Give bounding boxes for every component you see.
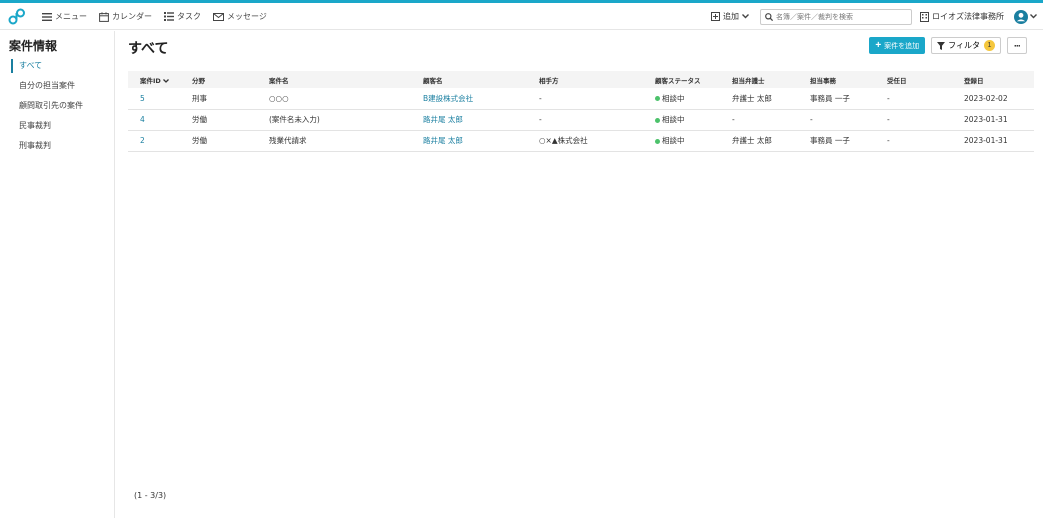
case-id-link[interactable]: 2	[128, 130, 180, 152]
chevron-down-icon	[1030, 14, 1037, 19]
app-logo-icon[interactable]	[8, 8, 26, 26]
cell-accepted: -	[875, 109, 952, 131]
cell-case-name: ○○○	[257, 88, 411, 110]
cell-field: 刑事	[180, 88, 257, 110]
cell-clerk: 事務員 一子	[798, 88, 875, 110]
col-registered-date: 登録日	[964, 76, 984, 85]
office-switcher[interactable]: ロイオズ法律事務所	[920, 11, 1004, 22]
status-dot-icon	[655, 96, 660, 102]
cell-field: 労働	[180, 130, 257, 152]
user-avatar-icon	[1014, 9, 1028, 24]
cell-opponent: -	[527, 109, 643, 131]
cell-registered: 2023-02-02	[952, 88, 1034, 110]
cell-lawyer: 弁護士 太郎	[720, 130, 798, 152]
building-icon	[920, 11, 929, 22]
cell-registered: 2023-01-31	[952, 109, 1034, 131]
nav-task-label: タスク	[177, 12, 201, 21]
client-link[interactable]: 路井尾 太郎	[411, 130, 527, 152]
nav-calendar-label: カレンダー	[112, 12, 152, 21]
add-case-label: 案件を追加	[884, 42, 920, 50]
cell-registered: 2023-01-31	[952, 130, 1034, 152]
search-icon	[765, 12, 773, 21]
search-input[interactable]	[776, 12, 906, 21]
sidebar: 案件情報 すべて 自分の担当案件 顧問取引先の案件 民事裁判 刑事裁判	[0, 31, 115, 518]
hamburger-icon	[42, 12, 52, 21]
table-row[interactable]: 4 労働 (案件名未入力) 路井尾 太郎 - 相談中 - - - 2023-01…	[128, 109, 1034, 131]
header-tools: 追加 ロイオズ法律事務所	[711, 3, 1037, 30]
pagination-info: (1 - 3/3)	[134, 491, 167, 500]
cell-status: 相談中	[643, 109, 720, 131]
cell-lawyer: 弁護士 太郎	[720, 88, 798, 110]
table-row[interactable]: 5 刑事 ○○○ B建設株式会社 - 相談中 弁護士 太郎 事務員 一子 - 2…	[128, 88, 1034, 110]
status-dot-icon	[655, 138, 660, 144]
cell-opponent: ○×▲株式会社	[527, 130, 643, 152]
search-box[interactable]	[760, 8, 912, 25]
sidebar-item-all[interactable]: すべて	[0, 56, 115, 76]
col-accepted-date: 受任日	[887, 76, 907, 85]
col-client-status: 顧客ステータス	[655, 76, 701, 85]
col-field: 分野	[192, 76, 205, 85]
table-row[interactable]: 2 労働 残業代請求 路井尾 太郎 ○×▲株式会社 相談中 弁護士 太郎 事務員…	[128, 130, 1034, 152]
cell-case-name: (案件名未入力)	[257, 109, 411, 131]
nav-task[interactable]: タスク	[164, 11, 201, 22]
filter-icon	[937, 41, 946, 50]
list-icon	[164, 12, 174, 21]
table-header-row: 案件ID 分野 案件名 顧客名 相手方 顧客ステータス 担当弁護士 担当事務 受…	[128, 71, 1034, 88]
sort-chevron-icon	[163, 78, 170, 83]
cell-accepted: -	[875, 130, 952, 152]
chevron-down-icon	[742, 14, 749, 19]
cases-table: 案件ID 分野 案件名 顧客名 相手方 顧客ステータス 担当弁護士 担当事務 受…	[128, 71, 1034, 152]
nav-message-label: メッセージ	[227, 12, 267, 21]
add-menu-button[interactable]: 追加	[711, 11, 752, 22]
col-lawyer: 担当弁護士	[732, 76, 765, 85]
plus-icon: +	[875, 40, 882, 51]
sidebar-item-my-cases[interactable]: 自分の担当案件	[0, 76, 115, 96]
sidebar-item-civil-trials[interactable]: 民事裁判	[0, 116, 115, 136]
sidebar-item-advisory-cases[interactable]: 顧問取引先の案件	[0, 96, 115, 116]
mail-icon	[213, 12, 224, 21]
cell-field: 労働	[180, 109, 257, 131]
add-menu-label: 追加	[723, 12, 739, 21]
top-bar: メニュー カレンダー タスク メッセージ 追加 ロイオズ法律事務所	[0, 3, 1043, 30]
cell-clerk: 事務員 一子	[798, 130, 875, 152]
sidebar-title: 案件情報	[9, 39, 58, 53]
client-link[interactable]: B建設株式会社	[411, 88, 527, 110]
page-actions: + 案件を追加 フィルタ 1 ···	[869, 37, 1027, 54]
filter-button[interactable]: フィルタ 1	[931, 37, 1001, 54]
user-menu[interactable]	[1014, 9, 1037, 24]
nav-calendar[interactable]: カレンダー	[99, 11, 152, 22]
page-title: すべて	[128, 41, 169, 57]
cell-status: 相談中	[643, 130, 720, 152]
cell-status: 相談中	[643, 88, 720, 110]
col-case-id[interactable]: 案件ID	[128, 71, 180, 88]
cell-accepted: -	[875, 88, 952, 110]
cell-lawyer: -	[720, 109, 798, 131]
sidebar-item-criminal-trials[interactable]: 刑事裁判	[0, 136, 115, 156]
col-case-name: 案件名	[269, 76, 289, 85]
nav-menu-label: メニュー	[55, 12, 87, 21]
main-content: すべて + 案件を追加 フィルタ 1 ··· 案件ID 分野 案件名 顧客名 相…	[116, 31, 1043, 518]
office-name: ロイオズ法律事務所	[932, 12, 1004, 21]
nav-message[interactable]: メッセージ	[213, 11, 267, 22]
sidebar-items: すべて 自分の担当案件 顧問取引先の案件 民事裁判 刑事裁判	[0, 56, 115, 156]
cell-clerk: -	[798, 109, 875, 131]
status-dot-icon	[655, 117, 660, 123]
add-box-icon	[711, 12, 720, 21]
filter-label: フィルタ	[948, 41, 980, 50]
cell-opponent: -	[527, 88, 643, 110]
col-client: 顧客名	[423, 76, 443, 85]
case-id-link[interactable]: 4	[128, 109, 180, 131]
col-opponent: 相手方	[539, 76, 559, 85]
col-clerk: 担当事務	[810, 76, 836, 85]
more-options-button[interactable]: ···	[1007, 37, 1027, 54]
calendar-icon	[99, 11, 109, 22]
add-case-button[interactable]: + 案件を追加	[869, 37, 926, 54]
main-nav: メニュー カレンダー タスク メッセージ	[42, 3, 279, 30]
filter-count-badge: 1	[984, 40, 995, 51]
client-link[interactable]: 路井尾 太郎	[411, 109, 527, 131]
nav-menu[interactable]: メニュー	[42, 11, 87, 22]
case-id-link[interactable]: 5	[128, 88, 180, 110]
cell-case-name: 残業代請求	[257, 130, 411, 152]
